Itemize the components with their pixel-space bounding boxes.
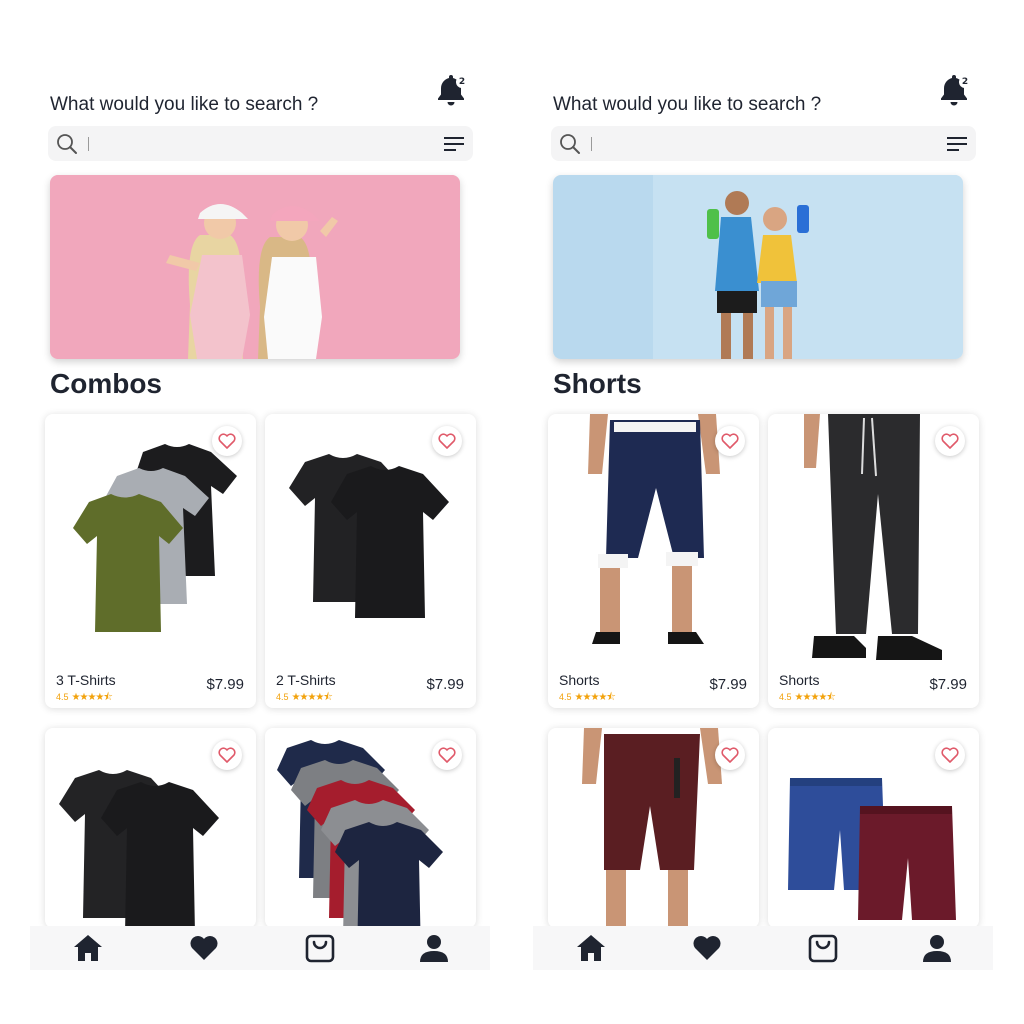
product-rating: 4.5 ★★★★⯪ — [56, 690, 113, 707]
notification-badge: 2 — [456, 76, 468, 88]
rating-value: 4.5 — [779, 692, 792, 702]
section-title: Combos — [50, 368, 162, 399]
search-bar — [551, 126, 976, 161]
rating-value: 4.5 — [56, 692, 69, 702]
text-cursor — [591, 137, 592, 151]
shopping-bag-icon — [305, 934, 335, 963]
nav-profile[interactable] — [921, 932, 953, 964]
notification-button[interactable]: 2 — [434, 72, 470, 108]
product-card[interactable]: 3 T-Shirts 4.5 ★★★★⯪ $7.99 — [45, 414, 256, 708]
nav-favorites[interactable] — [188, 932, 220, 964]
home-icon — [577, 935, 605, 961]
home-icon — [74, 935, 102, 961]
product-card[interactable] — [768, 728, 979, 928]
notification-button[interactable]: 2 — [937, 72, 973, 108]
bottom-nav — [533, 926, 993, 970]
heart-icon — [693, 936, 721, 960]
product-card[interactable] — [548, 728, 759, 928]
product-price: $7.99 — [206, 676, 244, 693]
favorite-button[interactable] — [935, 740, 965, 770]
heart-outline-icon — [721, 433, 739, 449]
product-rating: 4.5 ★★★★⯪ — [779, 690, 836, 707]
product-name: Shorts — [559, 672, 600, 688]
rating-value: 4.5 — [276, 692, 289, 702]
heart-outline-icon — [438, 747, 456, 763]
nav-home[interactable] — [72, 932, 104, 964]
heart-outline-icon — [721, 747, 739, 763]
heart-outline-icon — [218, 747, 236, 763]
favorite-button[interactable] — [212, 740, 242, 770]
product-price: $7.99 — [709, 676, 747, 693]
product-rating: 4.5 ★★★★⯪ — [276, 690, 333, 707]
heart-icon — [190, 936, 218, 960]
favorite-button[interactable] — [432, 740, 462, 770]
nav-profile[interactable] — [418, 932, 450, 964]
shopping-bag-icon — [808, 934, 838, 963]
search-prompt: What would you like to search ? — [553, 94, 822, 115]
favorite-button[interactable] — [715, 426, 745, 456]
product-card[interactable]: Shorts 4.5 ★★★★⯪ $7.99 — [768, 414, 979, 708]
search-input[interactable] — [597, 132, 921, 156]
promo-banner[interactable] — [553, 175, 963, 359]
user-icon — [420, 935, 448, 962]
nav-favorites[interactable] — [691, 932, 723, 964]
favorite-button[interactable] — [212, 426, 242, 456]
rating-value: 4.5 — [559, 692, 572, 702]
nav-cart[interactable] — [807, 932, 839, 964]
banner-image — [553, 175, 963, 359]
heart-outline-icon — [218, 433, 236, 449]
text-cursor — [88, 137, 89, 151]
favorite-button[interactable] — [935, 426, 965, 456]
rating-stars: ★★★★⯪ — [71, 692, 113, 703]
screen-combos: 2 What would you like to search ? Combos… — [30, 0, 490, 1024]
heart-outline-icon — [941, 433, 959, 449]
product-price: $7.99 — [426, 676, 464, 693]
favorite-button[interactable] — [432, 426, 462, 456]
rating-stars: ★★★★⯪ — [794, 692, 836, 703]
heart-outline-icon — [941, 747, 959, 763]
menu-lines-icon[interactable] — [946, 135, 968, 153]
product-card[interactable]: Shorts 4.5 ★★★★⯪ $7.99 — [548, 414, 759, 708]
search-icon[interactable] — [56, 133, 78, 155]
favorite-button[interactable] — [715, 740, 745, 770]
notification-badge: 2 — [959, 76, 971, 88]
nav-home[interactable] — [575, 932, 607, 964]
search-input[interactable] — [94, 132, 418, 156]
product-card[interactable]: 2 T-Shirts 4.5 ★★★★⯪ $7.99 — [265, 414, 476, 708]
product-name: Shorts — [779, 672, 820, 688]
banner-image — [50, 175, 460, 359]
product-card[interactable] — [265, 728, 476, 928]
product-price: $7.99 — [929, 676, 967, 693]
search-bar — [48, 126, 473, 161]
screen-shorts: 2 What would you like to search ? Shorts… — [533, 0, 993, 1024]
rating-stars: ★★★★⯪ — [291, 692, 333, 703]
nav-cart[interactable] — [304, 932, 336, 964]
bottom-nav — [30, 926, 490, 970]
section-title: Shorts — [553, 368, 642, 399]
user-icon — [923, 935, 951, 962]
search-icon[interactable] — [559, 133, 581, 155]
product-rating: 4.5 ★★★★⯪ — [559, 690, 616, 707]
menu-lines-icon[interactable] — [443, 135, 465, 153]
promo-banner[interactable] — [50, 175, 460, 359]
search-prompt: What would you like to search ? — [50, 94, 319, 115]
product-name: 3 T-Shirts — [56, 672, 116, 688]
rating-stars: ★★★★⯪ — [574, 692, 616, 703]
product-name: 2 T-Shirts — [276, 672, 336, 688]
heart-outline-icon — [438, 433, 456, 449]
product-card[interactable] — [45, 728, 256, 928]
